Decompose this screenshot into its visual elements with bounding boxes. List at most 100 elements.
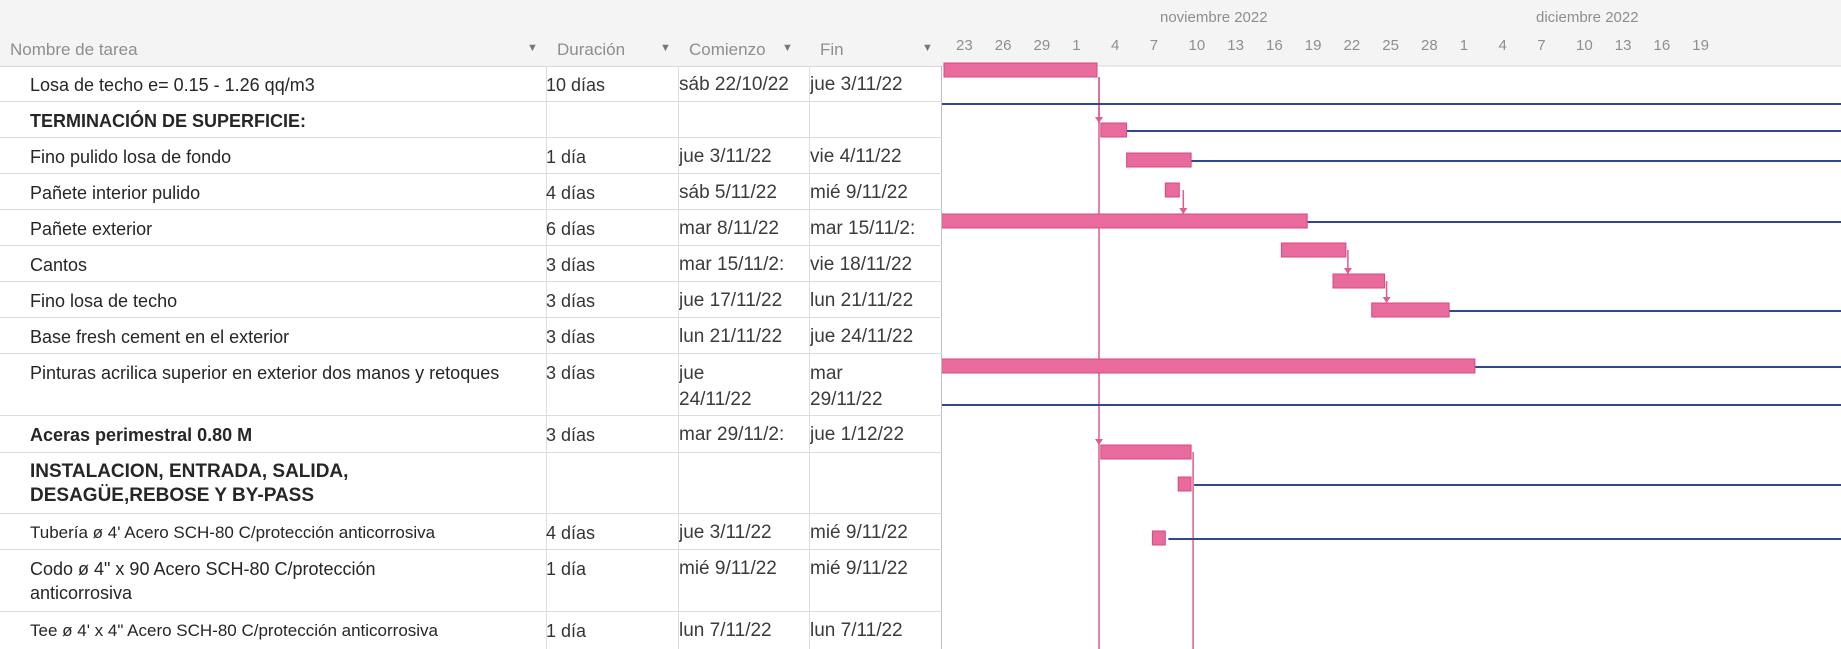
task-end: mar 15/11/2: — [810, 218, 916, 239]
task-end: mié 9/11/22 — [810, 182, 908, 203]
dependency-arrow-icon — [1095, 439, 1103, 445]
task-name: Codo ø 4" x 90 Acero SCH-80 C/protección… — [30, 559, 376, 603]
task-name: Base fresh cement en el exterior — [30, 327, 290, 347]
task-bars — [942, 62, 1476, 546]
table-row[interactable]: Tubería ø 4' Acero SCH-80 C/protección a… — [0, 514, 942, 550]
column-header-name-label: Nombre de tarea — [10, 40, 138, 59]
task-duration — [546, 102, 676, 137]
column-header-name[interactable]: Nombre de tarea ▼ — [0, 0, 547, 67]
timescale-day-label: 1 — [1460, 37, 1468, 54]
timescale-day-label: 4 — [1111, 37, 1119, 54]
task-end: vie 18/11/22 — [810, 254, 913, 275]
task-name: INSTALACION, ENTRADA, SALIDA, DESAGÜE,RE… — [30, 461, 349, 506]
timescale-day-label: 16 — [1266, 37, 1283, 54]
task-duration: 3 días — [546, 255, 596, 275]
table-row[interactable]: Fino losa de techo 3 días jue 17/11/22 l… — [0, 282, 942, 318]
task-end: mar 29/11/22 — [810, 363, 883, 410]
task-bar[interactable] — [1100, 122, 1128, 138]
task-end: lun 21/11/22 — [810, 290, 914, 311]
task-duration: 1 día — [546, 559, 587, 579]
timescale-month-label: noviembre 2022 — [1160, 9, 1268, 26]
column-header-duration[interactable]: Duración ▼ — [547, 0, 679, 67]
task-name: TERMINACIÓN DE SUPERFICIE: — [30, 111, 307, 131]
task-name: Pañete exterior — [30, 219, 153, 239]
task-duration: 6 días — [546, 219, 596, 239]
baseline-lines — [942, 103, 1841, 540]
table-row[interactable]: Aceras perimestral 0.80 M 3 días mar 29/… — [0, 416, 942, 453]
task-start: sáb 5/11/22 — [679, 182, 777, 203]
column-header-start[interactable]: Comienzo ▼ — [679, 0, 810, 67]
table-row[interactable]: Cantos 3 días mar 15/11/2: vie 18/11/22 — [0, 246, 942, 282]
task-bar[interactable] — [1126, 152, 1192, 168]
timescale-day-label: 22 — [1344, 37, 1361, 54]
task-end — [810, 102, 940, 137]
task-duration: 3 días — [546, 425, 596, 445]
table-row[interactable]: Tee ø 4' x 4" Acero SCH-80 C/protección … — [0, 612, 942, 649]
column-filter-arrow-icon[interactable]: ▼ — [922, 42, 933, 54]
gantt-chart[interactable]: noviembre 2022 diciembre 2022 23 26 29 1 4 7 1… — [942, 0, 1841, 649]
timescale-day-label: 23 — [956, 37, 973, 54]
table-row[interactable]: Losa de techo e= 0.15 - 1.26 qq/m3 10 dí… — [0, 66, 942, 102]
gantt-svg: noviembre 2022 diciembre 2022 23 26 29 1 4 7 1… — [942, 0, 1841, 649]
task-end: mié 9/11/22 — [810, 558, 908, 579]
task-duration: 3 días — [546, 363, 596, 383]
task-start: mar 8/11/22 — [679, 218, 779, 239]
task-name: Aceras perimestral 0.80 M — [30, 425, 253, 445]
task-name: Fino pulido losa de fondo — [30, 147, 232, 167]
table-row[interactable]: INSTALACION, ENTRADA, SALIDA, DESAGÜE,RE… — [0, 453, 942, 514]
timescale-day-label: 29 — [1034, 37, 1051, 54]
task-bar[interactable] — [1100, 444, 1192, 460]
task-bar[interactable] — [942, 213, 1308, 229]
task-bar[interactable] — [1164, 182, 1180, 198]
task-start: mié 9/11/22 — [679, 558, 777, 579]
task-duration: 1 día — [546, 147, 587, 167]
timescale-day-label: 25 — [1382, 37, 1399, 54]
table-row[interactable]: Base fresh cement en el exterior 3 días … — [0, 318, 942, 354]
task-start: mar 29/11/2: — [679, 424, 785, 445]
task-bar[interactable] — [1371, 302, 1450, 318]
task-end — [810, 453, 940, 513]
task-end: jue 24/11/22 — [810, 326, 914, 347]
timescale-day-label: 26 — [995, 37, 1012, 54]
table-row[interactable]: Pañete exterior 6 días mar 8/11/22 mar 1… — [0, 210, 942, 246]
table-row[interactable]: Fino pulido losa de fondo 1 día jue 3/11… — [0, 138, 942, 174]
column-header-end-label: Fin — [820, 40, 844, 59]
task-name: Pañete interior pulido — [30, 183, 201, 203]
task-duration — [546, 453, 676, 513]
timescale-day-label: 10 — [1189, 37, 1206, 54]
table-row[interactable]: Pinturas acrilica superior en exterior d… — [0, 354, 942, 416]
column-filter-arrow-icon[interactable]: ▼ — [782, 42, 793, 54]
task-bar[interactable] — [1280, 242, 1347, 258]
timescale-day-label: 7 — [1537, 37, 1545, 54]
dependency-arrow-icon — [1179, 208, 1188, 214]
task-bar[interactable] — [1177, 476, 1192, 492]
task-table: Nombre de tarea ▼ Duración ▼ Comienzo ▼ … — [0, 0, 942, 649]
task-start: lun 7/11/22 — [679, 620, 772, 641]
task-duration: 3 días — [546, 291, 596, 311]
task-start: jue 24/11/22 — [679, 363, 752, 410]
column-header-end[interactable]: Fin ▼ — [810, 0, 942, 67]
task-name: Pinturas acrilica superior en exterior d… — [30, 363, 500, 383]
table-row[interactable]: TERMINACIÓN DE SUPERFICIE: — [0, 102, 942, 138]
task-bar[interactable] — [943, 62, 1098, 78]
task-end: jue 3/11/22 — [810, 74, 903, 95]
task-end: mié 9/11/22 — [810, 522, 908, 543]
task-duration: 10 días — [546, 75, 606, 95]
task-start: sáb 22/10/22 — [679, 74, 789, 95]
task-name: Losa de techo e= 0.15 - 1.26 qq/m3 — [30, 75, 315, 95]
task-duration: 1 día — [546, 621, 587, 641]
column-filter-arrow-icon[interactable]: ▼ — [527, 42, 538, 54]
dependency-arrow-icon — [1382, 297, 1391, 303]
column-filter-arrow-icon[interactable]: ▼ — [660, 42, 671, 54]
task-name: Fino losa de techo — [30, 291, 178, 311]
task-duration: 3 días — [546, 327, 596, 347]
task-bar[interactable] — [1151, 530, 1166, 546]
dependency-arrow-icon — [1343, 268, 1352, 274]
column-header-start-label: Comienzo — [689, 40, 766, 59]
task-bar[interactable] — [942, 358, 1476, 374]
task-start: jue 3/11/22 — [679, 522, 772, 543]
task-start — [679, 453, 809, 513]
table-row[interactable]: Pañete interior pulido 4 días sáb 5/11/2… — [0, 174, 942, 210]
table-row[interactable]: Codo ø 4" x 90 Acero SCH-80 C/protección… — [0, 550, 942, 612]
task-bar[interactable] — [1332, 273, 1386, 289]
